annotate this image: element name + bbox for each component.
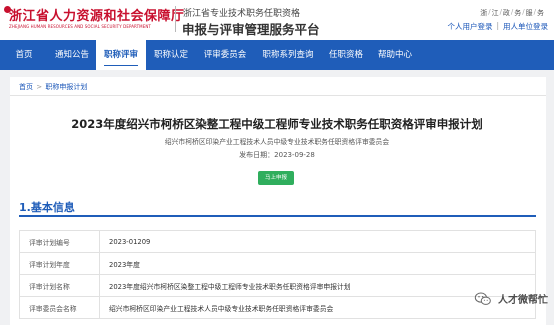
header-divider bbox=[175, 6, 176, 32]
wechat-icon bbox=[474, 292, 491, 305]
nav-item-series-query[interactable]: 职称系列查询 bbox=[254, 40, 322, 70]
personal-login-link[interactable]: 个人用户登录 bbox=[447, 21, 492, 32]
row-value: 绍兴市柯桥区印染产业工程技术人员中级专业技术职务任职资格评审委员会 bbox=[99, 296, 536, 319]
breadcrumb-home[interactable]: 首页 bbox=[19, 83, 33, 91]
row-key: 评审委员会名称 bbox=[19, 296, 100, 319]
watermark: 人才微帮忙 bbox=[474, 291, 548, 306]
breadcrumb: 首页 > 职称申报计划 bbox=[19, 82, 87, 92]
section-underline bbox=[19, 215, 536, 217]
committee-name: 绍兴市柯桥区印染产业工程技术人员中级专业技术职务任职资格评审委员会 bbox=[164, 138, 390, 146]
breadcrumb-separator: > bbox=[36, 83, 43, 91]
nav-item-notices[interactable]: 通知公告 bbox=[48, 40, 96, 70]
system-subtitle: 浙江省专业技术职务任职资格 bbox=[183, 9, 301, 19]
logo-subtitle-en: ZHEJIANG HUMAN RESOURCES AND SOCIAL SECU… bbox=[9, 24, 151, 29]
basic-info-table: 评审计划编号 2023-01209 评审计划年度 2023年度 评审计划名称 2… bbox=[19, 230, 536, 319]
main-nav: 首页 通知公告 职称评审 职称认定 评审委员会 职称系列查询 任职资格 帮助中心 bbox=[0, 40, 554, 70]
province-char: 务 bbox=[537, 9, 544, 17]
logo-title[interactable]: 浙江省人力资源和社会保障厅 bbox=[9, 5, 185, 24]
table-row: 评审计划年度 2023年度 bbox=[19, 252, 536, 275]
nav-item-qualification[interactable]: 任职资格 bbox=[322, 40, 370, 70]
province-char: 政 bbox=[502, 9, 510, 17]
nav-item-help-center[interactable]: 帮助中心 bbox=[370, 40, 420, 70]
nav-item-home[interactable]: 首页 bbox=[0, 40, 48, 70]
unit-login-link[interactable]: 用人单位登录 bbox=[503, 21, 548, 32]
table-row: 评审计划名称 2023年度绍兴市柯桥区染整工程中级工程师专业技术职务任职资格评审… bbox=[19, 274, 536, 297]
breadcrumb-divider bbox=[10, 95, 546, 96]
nav-item-review-committee[interactable]: 评审委员会 bbox=[196, 40, 254, 70]
apply-now-button[interactable]: 马上申报 bbox=[258, 171, 294, 185]
province-char: 服 bbox=[525, 9, 533, 17]
system-title: 申报与评审管理服务平台 bbox=[182, 22, 320, 37]
row-value: 2023-01209 bbox=[99, 230, 536, 253]
site-header: 浙江省人力资源和社会保障厅 ZHEJIANG HUMAN RESOURCES A… bbox=[0, 0, 554, 40]
nav-item-title-review[interactable]: 职称评审 bbox=[96, 40, 146, 70]
row-key: 评审计划编号 bbox=[19, 230, 100, 253]
row-value: 2023年度绍兴市柯桥区染整工程中级工程师专业技术职务任职资格评审申报计划 bbox=[99, 274, 536, 297]
province-service-label: 浙 / 江 / 政 / 务 / 服 / 务 bbox=[480, 8, 544, 17]
page-title: 2023年度绍兴市柯桥区染整工程中级工程师专业技术职务任职资格评审申报计划 bbox=[71, 117, 483, 131]
login-links: 个人用户登录 | 用人单位登录 bbox=[447, 21, 548, 32]
province-char: 浙 bbox=[480, 9, 488, 17]
row-key: 评审计划名称 bbox=[19, 274, 100, 297]
publish-date: 发布日期：2023-09-28 bbox=[239, 151, 315, 159]
watermark-text: 人才微帮忙 bbox=[498, 295, 548, 306]
breadcrumb-current[interactable]: 职称申报计划 bbox=[45, 83, 87, 91]
table-row: 评审委员会名称 绍兴市柯桥区印染产业工程技术人员中级专业技术职务任职资格评审委员… bbox=[19, 296, 536, 319]
row-value: 2023年度 bbox=[99, 252, 536, 275]
row-key: 评审计划年度 bbox=[19, 252, 100, 275]
province-char: 务 bbox=[514, 9, 522, 17]
province-char: 江 bbox=[491, 9, 499, 17]
nav-item-title-recognition[interactable]: 职称认定 bbox=[146, 40, 196, 70]
section-title: 1.基本信息 bbox=[19, 201, 75, 214]
table-row: 评审计划编号 2023-01209 bbox=[19, 230, 536, 253]
